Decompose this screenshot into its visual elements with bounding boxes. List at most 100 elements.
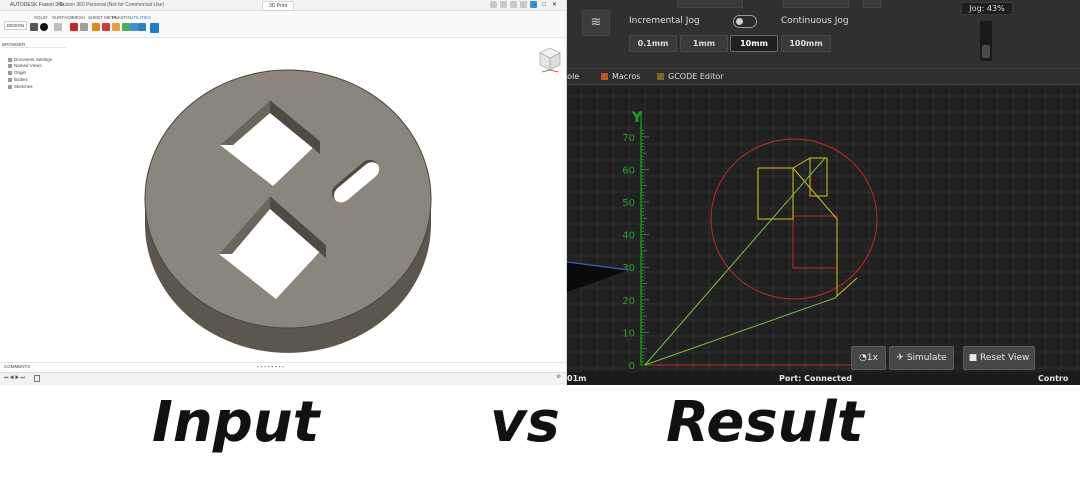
jog-step-0-1mm-button[interactable]: 0.1mm [629, 35, 677, 52]
top-button-stub[interactable] [783, 0, 849, 8]
top-button-stub[interactable] [677, 0, 743, 8]
caption-vs: vs [490, 390, 560, 455]
browser-panel-header[interactable]: BROWSER [2, 42, 66, 48]
y-tick-label: 50 [622, 198, 635, 209]
timeline-settings-icon[interactable]: ⚙ [557, 374, 561, 380]
jog-speed-slider[interactable] [980, 21, 992, 61]
utilities-tool-icon[interactable] [150, 23, 159, 33]
toggle-knob [736, 18, 743, 25]
modify-icon[interactable] [70, 23, 78, 31]
cad-ribbon: DESIGN SOLID SURFACE MESH SHEET METAL PL… [0, 12, 566, 38]
slider-thumb[interactable] [982, 45, 990, 58]
upper-cutout-wall [270, 100, 320, 154]
add-icon[interactable] [490, 1, 497, 8]
jog-step-1mm-button[interactable]: 1mm [680, 35, 728, 52]
extrude-icon[interactable] [54, 23, 62, 31]
folder-icon [8, 63, 12, 68]
inspect-icon[interactable] [102, 23, 110, 31]
ribbon-tab-plastic[interactable]: PLASTIC [112, 15, 131, 20]
folder-icon [8, 70, 12, 75]
macros-icon [601, 73, 608, 80]
jobs-icon[interactable] [510, 1, 517, 8]
status-right: Contro [1038, 374, 1069, 383]
comments-panel[interactable]: COMMENTS ▪▪▪▪▪▪▪▪ [0, 362, 566, 370]
browser-item-sketches[interactable]: Sketches [8, 84, 33, 89]
make-icon[interactable] [122, 23, 130, 31]
gcode-editor-icon [657, 73, 664, 80]
feed-path-lead [792, 167, 858, 298]
continuous-jog-label: Continuous Jog [781, 16, 849, 26]
assemble-icon[interactable] [80, 23, 88, 31]
reset-view-button[interactable]: ■ Reset View [963, 346, 1035, 370]
simulate-button[interactable]: ✈ Simulate [889, 346, 954, 370]
folder-icon [8, 57, 12, 62]
feed-path-slot [792, 157, 828, 197]
app-title: AUTODESK Fusion 360 [10, 2, 64, 8]
disc-top-face [145, 70, 431, 328]
sim-speed-button[interactable]: ◔1x [851, 346, 886, 370]
ribbon-tab-mesh[interactable]: MESH [72, 15, 85, 20]
airplane-icon: ✈ [896, 353, 907, 363]
visualizer-svg: Y 0 10 20 30 40 50 60 70 [567, 86, 1080, 372]
speedometer-icon: ◔ [859, 353, 867, 363]
ribbon-tab-solid[interactable]: SOLID [34, 15, 48, 20]
browser-item-origin[interactable]: Origin [8, 70, 26, 75]
top-button-stub[interactable] [863, 0, 881, 8]
ribbon-tab-utilities[interactable]: UTILITIES [130, 15, 151, 20]
insert-icon[interactable] [112, 23, 120, 31]
browser-item-bodies[interactable]: Bodies [8, 77, 28, 82]
cnc-control-app: ≋ Incremental Jog Continuous Jog 0.1mm 1… [567, 0, 1080, 385]
create-sketch-icon[interactable] [40, 23, 48, 31]
cad-app-window: AUTODESK Fusion 360 Fusion 360 Personal … [0, 0, 567, 385]
tab-gcode-editor[interactable]: GCODE Editor [657, 72, 724, 81]
timeline-bar: ⏮◀▶⏭ ⚙ [0, 372, 566, 385]
construct-icon[interactable] [92, 23, 100, 31]
browser-item-document-settings[interactable]: Document Settings [8, 57, 52, 62]
port-status: Port: Connected [779, 374, 853, 383]
disc-side-wall [145, 199, 431, 353]
y-axis-label: Y [631, 110, 643, 126]
titlebar-icons [487, 1, 537, 10]
stock-boundary-circle [710, 138, 878, 300]
select-icon[interactable] [138, 23, 146, 31]
upper-cutout-wall-left [220, 100, 270, 145]
browser-title: BROWSER [2, 42, 26, 47]
y-tick-label: 60 [622, 165, 635, 176]
window-controls[interactable]: –□✕ [533, 1, 563, 8]
toolpath-visualizer[interactable]: Y 0 10 20 30 40 50 60 70 [567, 86, 1080, 372]
tab-macros[interactable]: Macros [601, 72, 640, 81]
ribbon-tab-surface[interactable]: SURFACE [52, 15, 73, 20]
z-axis-layers-button[interactable]: ≋ [582, 10, 610, 36]
jog-controls-panel: ≋ Incremental Jog Continuous Jog 0.1mm 1… [567, 0, 1080, 68]
new-component-icon[interactable] [30, 23, 38, 31]
y-tick-label: 40 [622, 231, 635, 242]
folder-icon [8, 84, 12, 89]
workspace-switcher[interactable]: DESIGN [4, 21, 28, 30]
checkbox-icon: ■ [968, 353, 980, 363]
addins-icon[interactable] [130, 23, 138, 31]
folder-icon [8, 77, 12, 82]
online-icon[interactable] [500, 1, 507, 8]
viewcube-icon[interactable] [538, 46, 562, 74]
lower-cutout-wall [270, 196, 326, 258]
tab-console[interactable]: sole [567, 72, 579, 81]
timeline-feature-icon[interactable] [34, 375, 40, 382]
jog-step-100mm-button[interactable]: 100mm [781, 35, 831, 52]
y-tick-label: 20 [622, 296, 635, 307]
navigation-bar-icons[interactable]: ▪▪▪▪▪▪▪▪ [257, 364, 286, 369]
jog-step-10mm-button[interactable]: 10mm [730, 35, 778, 52]
lower-cutout-wall-left [219, 196, 270, 254]
caption-input: Input [152, 390, 320, 455]
timeline-controls-icon[interactable]: ⏮◀▶⏭ [4, 375, 26, 381]
lower-diamond-cutout [219, 196, 326, 299]
document-tab[interactable]: 3D Print [262, 1, 295, 11]
help-icon[interactable] [520, 1, 527, 8]
cad-viewport[interactable] [0, 0, 567, 385]
slot-cutout [331, 159, 380, 203]
jog-mode-toggle[interactable] [733, 15, 757, 28]
rapid-move-diagonal [644, 157, 826, 366]
incremental-jog-label: Incremental Jog [629, 16, 700, 26]
y-tick-label: 70 [622, 133, 635, 144]
browser-item-named-views[interactable]: Named Views [8, 63, 42, 68]
comparison-figure: AUTODESK Fusion 360 Fusion 360 Personal … [0, 0, 1080, 480]
